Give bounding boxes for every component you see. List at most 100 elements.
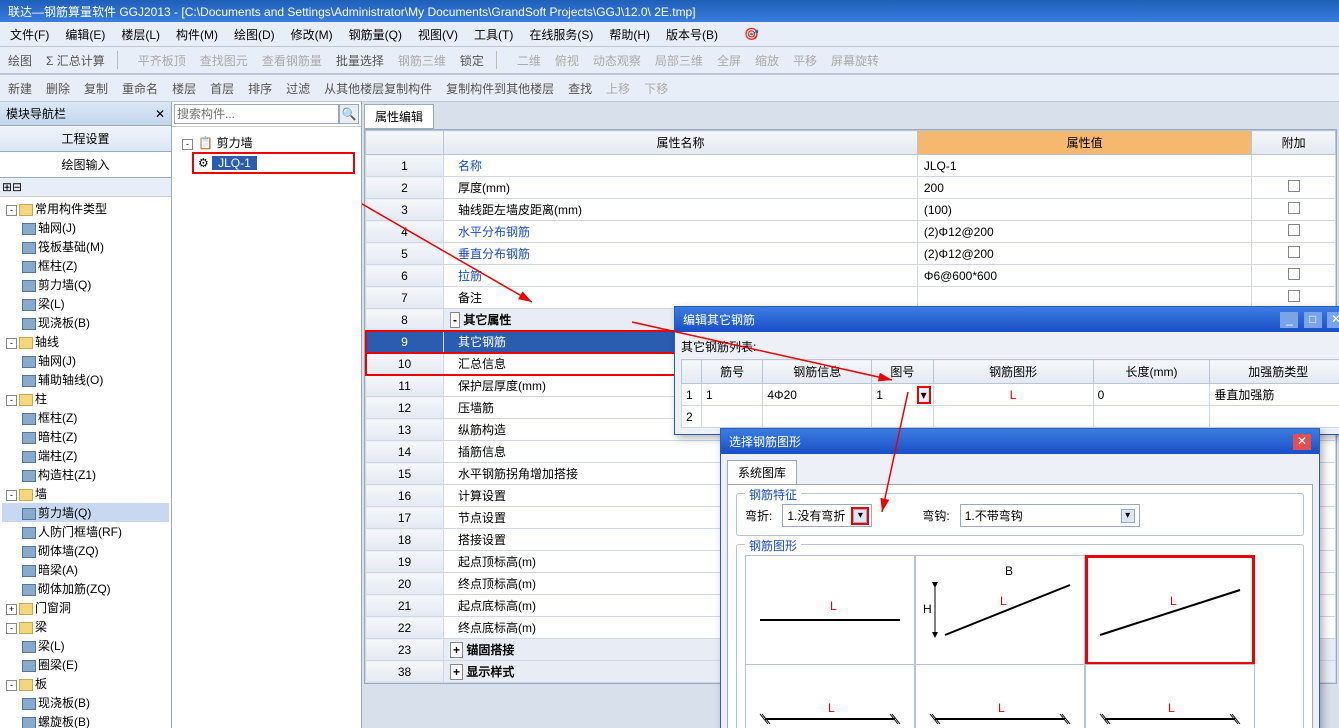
tb-2d[interactable]: 二维 — [513, 50, 545, 71]
prop-tab[interactable]: 属性编辑 — [364, 104, 434, 129]
tree-item[interactable]: 圈梁(E) — [2, 655, 169, 674]
combo-bend-arrow-icon[interactable]: ▾ — [853, 509, 867, 523]
shape-option[interactable]: L — [1085, 555, 1255, 665]
tb-floor-lbl[interactable]: 楼层 — [168, 78, 200, 99]
tree-item[interactable]: -板 — [2, 674, 169, 693]
tb-copyfrom[interactable]: 从其他楼层复制构件 — [320, 78, 436, 99]
nav-close-icon[interactable]: ✕ — [155, 107, 165, 121]
menu-view[interactable]: 视图(V) — [412, 24, 464, 45]
prop-row[interactable]: 1名称JLQ-1 — [366, 155, 1336, 177]
tree-item[interactable]: 砌体墙(ZQ) — [2, 541, 169, 560]
tb-sort[interactable]: 排序 — [244, 78, 276, 99]
rebar-row-2[interactable]: 2 — [682, 406, 1339, 428]
dlg1-close-icon[interactable]: ✕ — [1327, 312, 1339, 328]
collapse-icon[interactable]: ⊞⊟ — [2, 180, 22, 194]
tree-item[interactable]: 螺旋板(B) — [2, 712, 169, 728]
tb-orbit[interactable]: 动态观察 — [589, 50, 645, 71]
tree-item[interactable]: -墙 — [2, 484, 169, 503]
menu-edit[interactable]: 编辑(E) — [59, 24, 111, 45]
tree-item[interactable]: 现浇板(B) — [2, 693, 169, 712]
prop-row[interactable]: 4水平分布钢筋(2)Φ12@200 — [366, 221, 1336, 243]
tb-pan[interactable]: 平移 — [789, 50, 821, 71]
shape-option[interactable]: L — [915, 664, 1085, 728]
tb-full[interactable]: 全屏 — [713, 50, 745, 71]
tree-item[interactable]: -梁 — [2, 617, 169, 636]
menu-modify[interactable]: 修改(M) — [285, 24, 339, 45]
tree-item[interactable]: -常用构件类型 — [2, 199, 169, 218]
combo-hook-arrow-icon[interactable]: ▾ — [1121, 509, 1135, 523]
comp-root[interactable]: 剪力墙 — [217, 136, 253, 150]
menu-file[interactable]: 文件(F) — [4, 24, 55, 45]
tree-item[interactable]: 现浇板(B) — [2, 313, 169, 332]
tb-new[interactable]: 新建 — [4, 78, 36, 99]
prop-row[interactable]: 5垂直分布钢筋(2)Φ12@200 — [366, 243, 1336, 265]
menu-help[interactable]: 帮助(H) — [603, 24, 656, 45]
tb-sum[interactable]: Σ 汇总计算 — [42, 50, 109, 71]
tree-item[interactable]: 辅助轴线(O) — [2, 370, 169, 389]
tb-zoom[interactable]: 缩放 — [751, 50, 783, 71]
tree-item[interactable]: 暗柱(Z) — [2, 427, 169, 446]
tb-floor-sel[interactable]: 首层 — [206, 78, 238, 99]
shape-option[interactable]: L — [1085, 664, 1255, 728]
shape-option[interactable]: LBH — [915, 555, 1085, 665]
component-tree[interactable]: - 📋 剪力墙 ⚙ JLQ-1 — [172, 127, 361, 180]
shape-option[interactable]: L — [745, 555, 915, 665]
search-button[interactable]: 🔍 — [339, 104, 359, 124]
tb-batch[interactable]: 批量选择 — [332, 50, 388, 71]
tb-draw[interactable]: 绘图 — [4, 50, 36, 71]
tree-item[interactable]: 梁(L) — [2, 294, 169, 313]
shape-option[interactable]: L — [745, 664, 915, 728]
tree-item[interactable]: +门窗洞 — [2, 598, 169, 617]
search-input[interactable] — [174, 104, 339, 124]
combo-hook[interactable]: 1.不带弯钩▾ — [960, 504, 1140, 527]
tree-item[interactable]: 梁(L) — [2, 636, 169, 655]
tree-item[interactable]: 人防门框墙(RF) — [2, 522, 169, 541]
dlg2-tab[interactable]: 系统图库 — [727, 460, 797, 484]
combo-bend[interactable]: 1.没有弯折▾ — [782, 504, 872, 527]
nav-tree[interactable]: -常用构件类型轴网(J)筏板基础(M)框柱(Z)剪力墙(Q)梁(L)现浇板(B)… — [0, 197, 171, 728]
shape-picker-button[interactable]: ▾ — [917, 386, 931, 404]
dlg2-close-icon[interactable]: ✕ — [1293, 434, 1311, 450]
tb-copyto[interactable]: 复制构件到其他楼层 — [442, 78, 558, 99]
tree-item[interactable]: 框柱(Z) — [2, 408, 169, 427]
prop-row[interactable]: 6拉筋Φ6@600*600 — [366, 265, 1336, 287]
tb-local3d[interactable]: 局部三维 — [651, 50, 707, 71]
tree-item[interactable]: 剪力墙(Q) — [2, 275, 169, 294]
tb-find[interactable]: 查找图元 — [196, 50, 252, 71]
menu-floor[interactable]: 楼层(L) — [115, 24, 166, 45]
tree-item[interactable]: 端柱(Z) — [2, 446, 169, 465]
prop-row[interactable]: 3轴线距左墙皮距离(mm)(100) — [366, 199, 1336, 221]
menu-rebar[interactable]: 钢筋量(Q) — [343, 24, 408, 45]
tb-rename[interactable]: 重命名 — [118, 78, 162, 99]
tree-item[interactable]: 轴网(J) — [2, 351, 169, 370]
tree-item[interactable]: 构造柱(Z1) — [2, 465, 169, 484]
tree-item[interactable]: 砌体加筋(ZQ) — [2, 579, 169, 598]
tree-item[interactable]: -柱 — [2, 389, 169, 408]
tb-down[interactable]: 下移 — [640, 78, 672, 99]
nav-tab-project[interactable]: 工程设置 — [0, 126, 171, 152]
tree-item[interactable]: 暗梁(A) — [2, 560, 169, 579]
tb-3d[interactable]: 钢筋三维 — [394, 50, 450, 71]
tb-view-rebar[interactable]: 查看钢筋量 — [258, 50, 326, 71]
nav-tab-draw[interactable]: 绘图输入 — [0, 152, 171, 178]
rebar-table[interactable]: 筋号 钢筋信息 图号 钢筋图形 长度(mm) 加强筋类型 1 1 4Φ20 1 — [681, 359, 1339, 428]
menu-tools[interactable]: 工具(T) — [468, 24, 519, 45]
tb-lock[interactable]: 锁定 — [456, 50, 488, 71]
tb-del[interactable]: 删除 — [42, 78, 74, 99]
tb-rotate[interactable]: 屏幕旋转 — [827, 50, 883, 71]
tb-search[interactable]: 查找 — [564, 78, 596, 99]
tree-item[interactable]: 轴网(J) — [2, 218, 169, 237]
tree-item[interactable]: 剪力墙(Q) — [2, 503, 169, 522]
menu-online[interactable]: 在线服务(S) — [523, 24, 599, 45]
dlg1-min-icon[interactable]: _ — [1280, 312, 1298, 328]
tree-item[interactable]: 框柱(Z) — [2, 256, 169, 275]
tb-top[interactable]: 俯视 — [551, 50, 583, 71]
menu-draw[interactable]: 绘图(D) — [228, 24, 281, 45]
dlg1-max-icon[interactable]: □ — [1304, 312, 1322, 328]
menu-version[interactable]: 版本号(B) — [660, 24, 724, 45]
tb-filter[interactable]: 过滤 — [282, 78, 314, 99]
rebar-row-1[interactable]: 1 1 4Φ20 1 ▾ L 0 垂直加强筋 — [682, 384, 1339, 406]
menu-component[interactable]: 构件(M) — [170, 24, 224, 45]
tb-flat[interactable]: 平齐板顶 — [134, 50, 190, 71]
tb-up[interactable]: 上移 — [602, 78, 634, 99]
